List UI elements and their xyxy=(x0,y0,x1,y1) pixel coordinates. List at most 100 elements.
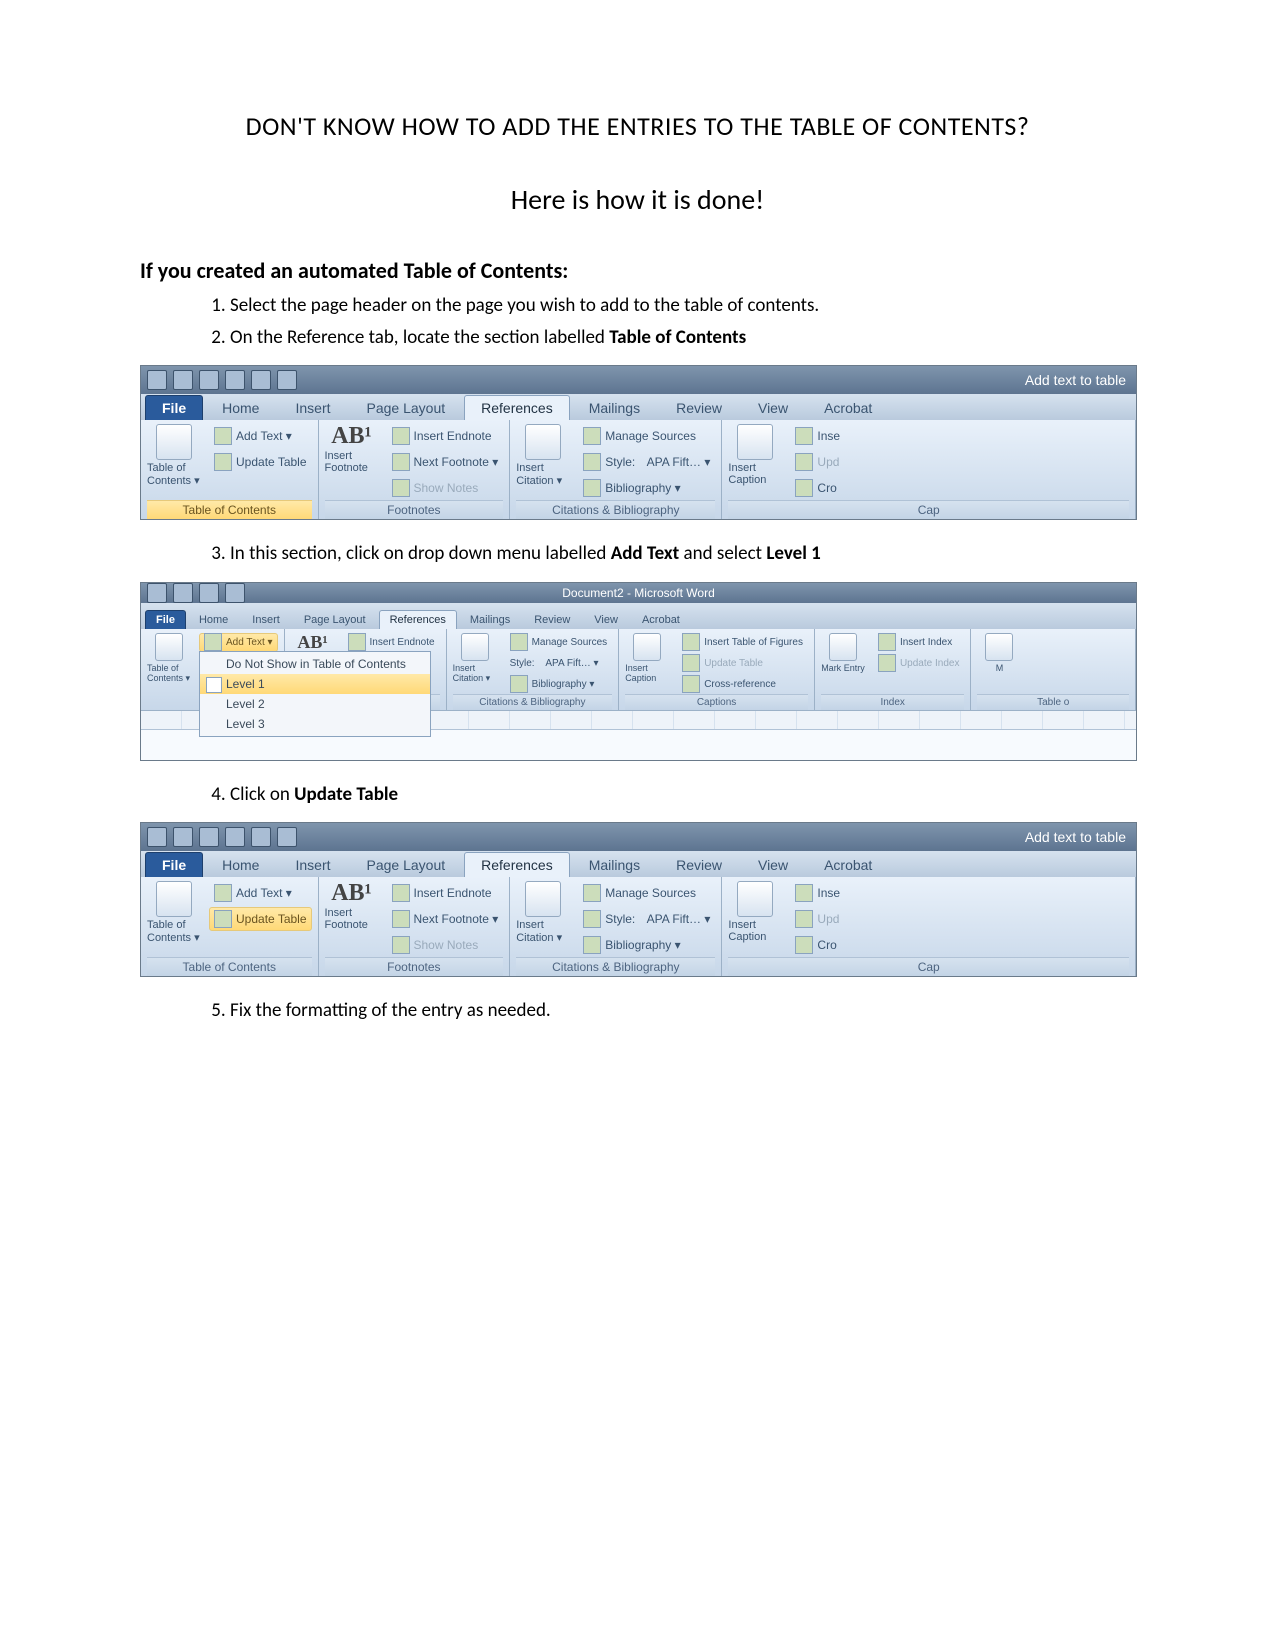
insert-tof-button[interactable]: Insert Table of Figures xyxy=(677,633,808,652)
group-table-of-contents: Table of Contents ▾ Add Text ▾ Update Ta… xyxy=(141,420,319,519)
update-table-button[interactable]: Update Table xyxy=(209,450,312,474)
bibliography-button[interactable]: Bibliography ▾ xyxy=(578,476,715,500)
manage-sources-button[interactable]: Manage Sources xyxy=(578,424,715,448)
undo-icon[interactable] xyxy=(199,827,219,847)
mark-entry-button[interactable]: Mark Entry xyxy=(821,633,865,673)
add-text-opt-level1[interactable]: Level 1 xyxy=(200,674,430,694)
add-text-icon xyxy=(204,633,222,651)
tab-home[interactable]: Home xyxy=(205,395,276,420)
qat-extra2-icon[interactable] xyxy=(277,370,297,390)
tab-insert[interactable]: Insert xyxy=(278,395,347,420)
qat-extra-icon[interactable] xyxy=(251,370,271,390)
add-text-opt-level3[interactable]: Level 3 xyxy=(200,714,430,734)
insert-citation-button[interactable]: Insert Citation ▾ xyxy=(516,881,570,944)
group-captions: Insert Caption Inse Upd Cro Cap xyxy=(722,877,1136,976)
bibliography-button[interactable]: Bibliography ▾ xyxy=(505,675,613,694)
table-of-contents-button[interactable]: Table of Contents ▾ xyxy=(147,424,201,487)
endnote-icon xyxy=(392,427,410,445)
add-text-opt-none[interactable]: Do Not Show in Table of Contents xyxy=(200,654,430,674)
insert-footnote-button[interactable]: AB¹ Insert Footnote xyxy=(325,424,379,474)
tab-insert[interactable]: Insert xyxy=(241,610,291,629)
manage-sources-button[interactable]: Manage Sources xyxy=(578,881,715,905)
tab-mailings[interactable]: Mailings xyxy=(572,395,657,420)
tab-file[interactable]: File xyxy=(145,852,203,877)
qat-extra-icon[interactable] xyxy=(251,827,271,847)
style-dropdown[interactable]: Style: APA Fift… ▾ xyxy=(578,450,715,474)
bibliography-icon xyxy=(583,479,601,497)
table-of-contents-button[interactable]: Table of Contents ▾ xyxy=(147,633,191,684)
show-notes-icon xyxy=(392,479,410,497)
undo-icon[interactable] xyxy=(199,583,219,603)
step-3: In this section, click on drop down menu… xyxy=(230,540,1135,568)
add-text-opt-level2[interactable]: Level 2 xyxy=(200,694,430,714)
update-index-icon xyxy=(878,654,896,672)
tab-home[interactable]: Home xyxy=(188,610,239,629)
tab-references[interactable]: References xyxy=(464,852,570,877)
style-dropdown[interactable]: Style: APA Fift… ▾ xyxy=(505,654,613,673)
mark-citation-button[interactable]: M xyxy=(977,633,1021,673)
insert-citation-button[interactable]: Insert Citation ▾ xyxy=(516,424,570,487)
tab-file[interactable]: File xyxy=(145,395,203,420)
add-text-button[interactable]: Add Text ▾ xyxy=(199,633,278,652)
citation-icon xyxy=(461,633,489,661)
tab-page-layout[interactable]: Page Layout xyxy=(293,610,377,629)
tab-view[interactable]: View xyxy=(741,852,805,877)
insert-footnote-button[interactable]: AB¹ Insert Footnote xyxy=(325,881,379,931)
tab-view[interactable]: View xyxy=(741,395,805,420)
update-table-button[interactable]: Update Table xyxy=(209,907,312,931)
cross-reference-button[interactable]: Cross-reference xyxy=(677,675,808,694)
tab-review[interactable]: Review xyxy=(659,852,739,877)
save-icon[interactable] xyxy=(173,583,193,603)
save-icon[interactable] xyxy=(173,827,193,847)
tab-home[interactable]: Home xyxy=(205,852,276,877)
insert-endnote-button[interactable]: Insert Endnote xyxy=(387,881,504,905)
tab-review[interactable]: Review xyxy=(523,610,581,629)
tof-icon xyxy=(682,633,700,651)
tab-mailings[interactable]: Mailings xyxy=(572,852,657,877)
tab-acrobat[interactable]: Acrobat xyxy=(807,852,889,877)
redo-icon[interactable] xyxy=(225,370,245,390)
tab-mailings[interactable]: Mailings xyxy=(459,610,521,629)
mark-citation-icon xyxy=(985,633,1013,661)
bibliography-button[interactable]: Bibliography ▾ xyxy=(578,933,715,957)
tab-references[interactable]: References xyxy=(379,610,457,629)
insert-endnote-button[interactable]: Insert Endnote xyxy=(387,424,504,448)
window-title: Add text to table xyxy=(1025,829,1126,845)
update-tof-button: Upd xyxy=(790,907,845,931)
insert-citation-button[interactable]: Insert Citation ▾ xyxy=(453,633,497,684)
next-footnote-button[interactable]: Next Footnote ▾ xyxy=(387,450,504,474)
tab-file[interactable]: File xyxy=(145,610,186,629)
tab-acrobat[interactable]: Acrobat xyxy=(807,395,889,420)
insert-endnote-button[interactable]: Insert Endnote xyxy=(343,633,440,652)
tab-page-layout[interactable]: Page Layout xyxy=(350,852,463,877)
manage-sources-button[interactable]: Manage Sources xyxy=(505,633,613,652)
group-label-captions: Captions xyxy=(625,694,808,710)
tab-references[interactable]: References xyxy=(464,395,570,420)
add-text-button[interactable]: Add Text ▾ xyxy=(209,424,312,448)
show-notes-button: Show Notes xyxy=(387,476,504,500)
update-tof-icon xyxy=(682,654,700,672)
qat-extra2-icon[interactable] xyxy=(277,827,297,847)
insert-tof-button[interactable]: Inse xyxy=(790,424,845,448)
insert-caption-button[interactable]: Insert Caption xyxy=(728,424,782,486)
tab-acrobat[interactable]: Acrobat xyxy=(631,610,691,629)
table-of-contents-button[interactable]: Table of Contents ▾ xyxy=(147,881,201,944)
undo-icon[interactable] xyxy=(199,370,219,390)
redo-icon[interactable] xyxy=(225,827,245,847)
tab-page-layout[interactable]: Page Layout xyxy=(350,395,463,420)
insert-index-button[interactable]: Insert Index xyxy=(873,633,965,652)
tab-view[interactable]: View xyxy=(583,610,629,629)
tab-insert[interactable]: Insert xyxy=(278,852,347,877)
insert-tof-button[interactable]: Inse xyxy=(790,881,845,905)
style-dropdown[interactable]: Style: APA Fift… ▾ xyxy=(578,907,715,931)
save-icon[interactable] xyxy=(173,370,193,390)
redo-icon[interactable] xyxy=(225,583,245,603)
add-text-button[interactable]: Add Text ▾ xyxy=(209,881,312,905)
tab-review[interactable]: Review xyxy=(659,395,739,420)
insert-caption-button[interactable]: Insert Caption xyxy=(625,633,669,683)
insert-caption-button[interactable]: Insert Caption xyxy=(728,881,782,943)
cross-reference-button[interactable]: Cro xyxy=(790,476,845,500)
toc-icon xyxy=(156,881,192,917)
next-footnote-button[interactable]: Next Footnote ▾ xyxy=(387,907,504,931)
cross-reference-button[interactable]: Cro xyxy=(790,933,845,957)
